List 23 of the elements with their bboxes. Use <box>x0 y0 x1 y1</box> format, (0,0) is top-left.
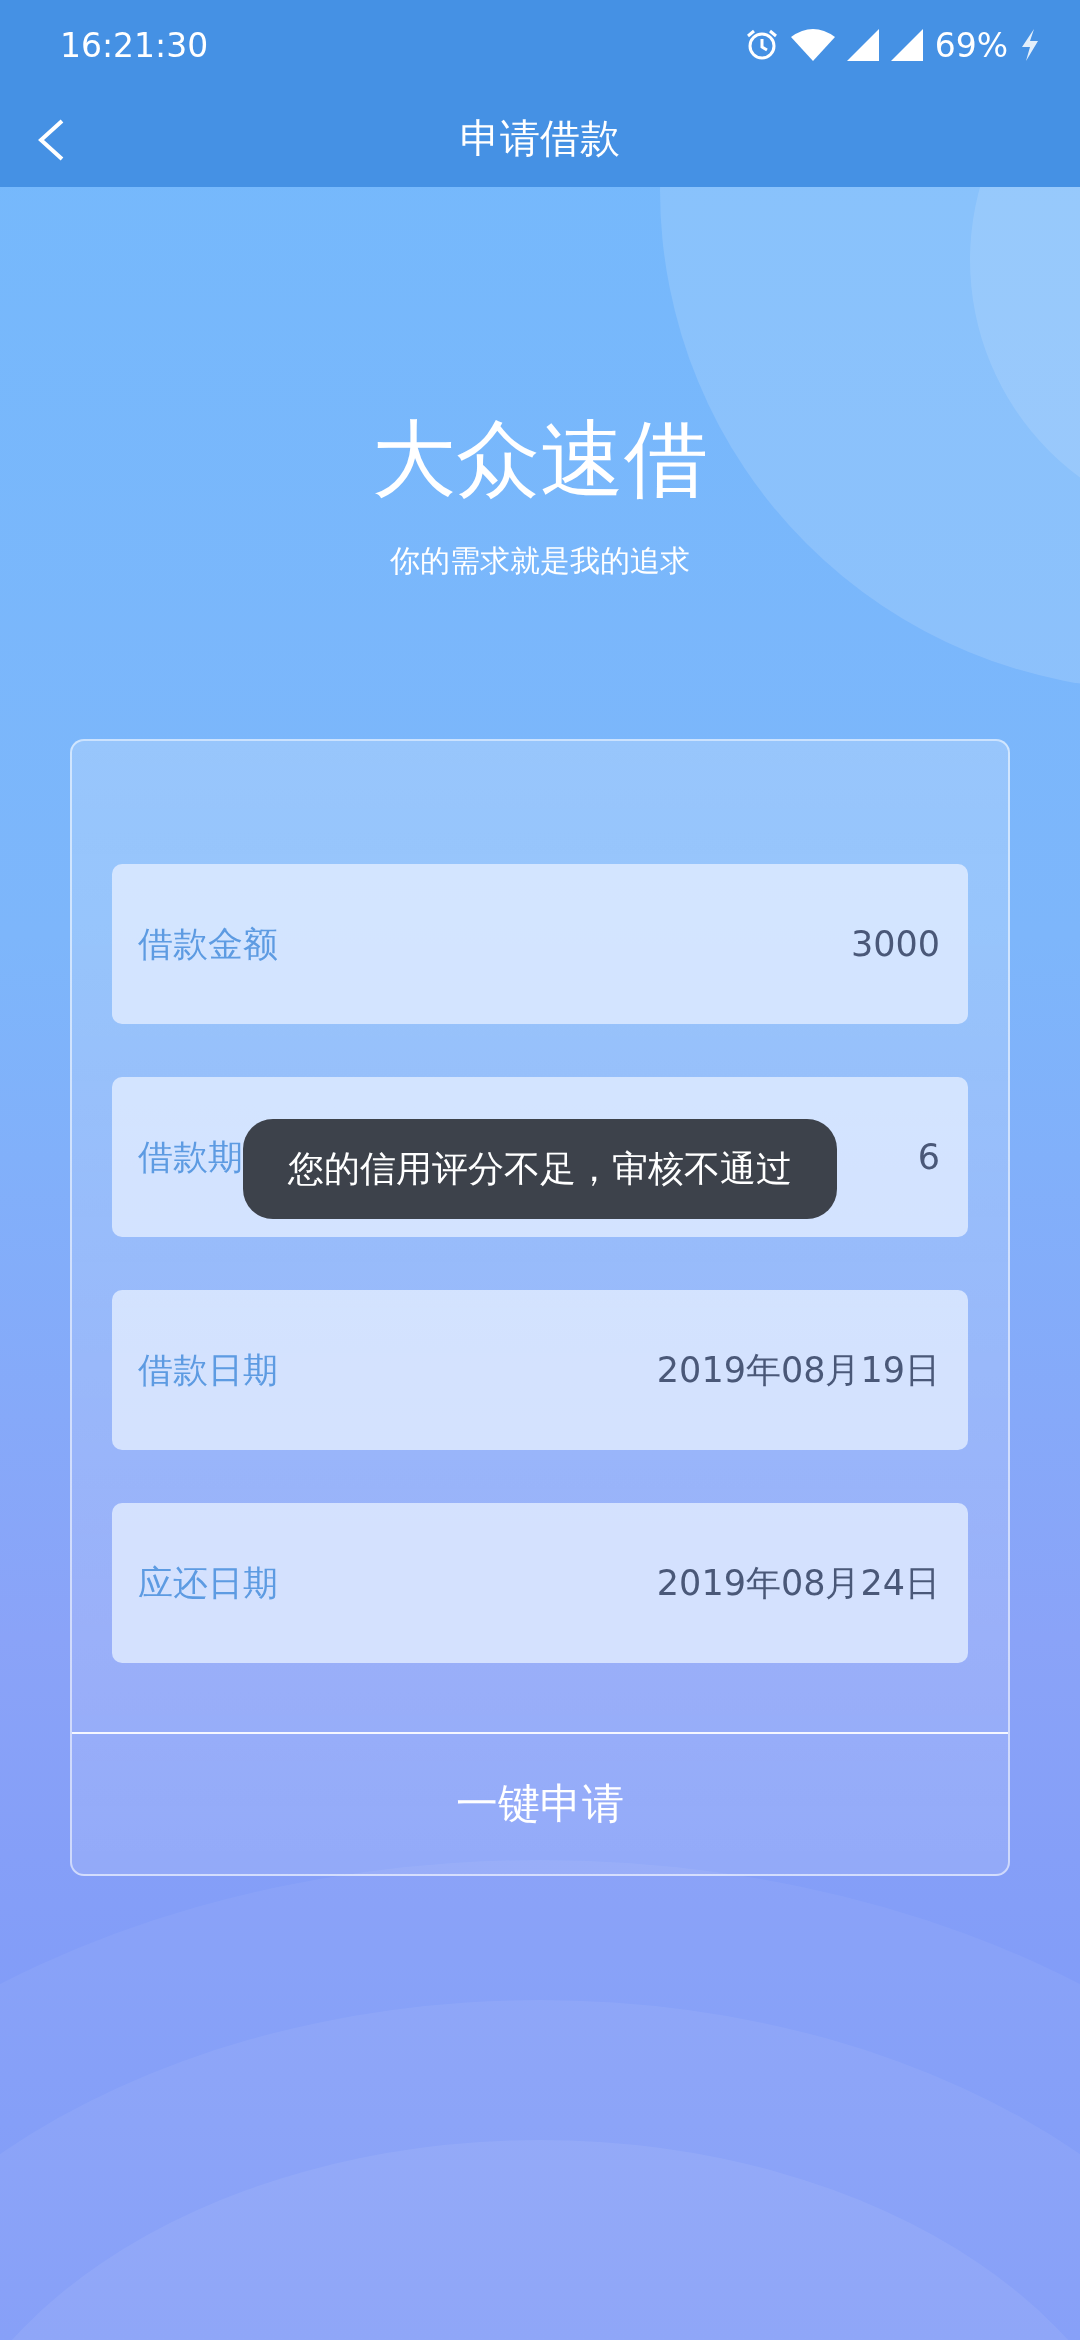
field-value: 6 <box>917 1137 940 1177</box>
wifi-icon <box>790 29 835 61</box>
field-label: 借款日期 <box>138 1348 278 1392</box>
app-slogan: 你的需求就是我的追求 <box>390 542 690 580</box>
field-value: 3000 <box>850 924 940 964</box>
toast-message: 您的信用评分不足，审核不通过 <box>243 1119 837 1219</box>
signal-icon <box>846 29 879 61</box>
back-icon[interactable] <box>36 118 66 162</box>
app-title: 大众速借 <box>372 417 708 501</box>
battery-percent: 69% <box>934 25 1008 65</box>
page-title: 申请借款 <box>460 114 620 163</box>
form-field[interactable]: 借款金额 3000 <box>112 864 968 1024</box>
charging-icon <box>1020 29 1040 61</box>
field-label: 应还日期 <box>138 1561 278 1605</box>
alarm-icon <box>744 28 779 62</box>
field-label: 借款金额 <box>138 922 278 966</box>
form-field[interactable]: 应还日期 2019年08月24日 <box>112 1503 968 1663</box>
signal-icon <box>890 29 923 61</box>
status-time: 16:21:30 <box>60 25 209 65</box>
form-field[interactable]: 借款日期 2019年08月19日 <box>112 1290 968 1450</box>
field-value: 2019年08月19日 <box>656 1348 940 1392</box>
field-value: 2019年08月24日 <box>656 1561 940 1605</box>
field-label: 借款期 <box>138 1135 243 1179</box>
